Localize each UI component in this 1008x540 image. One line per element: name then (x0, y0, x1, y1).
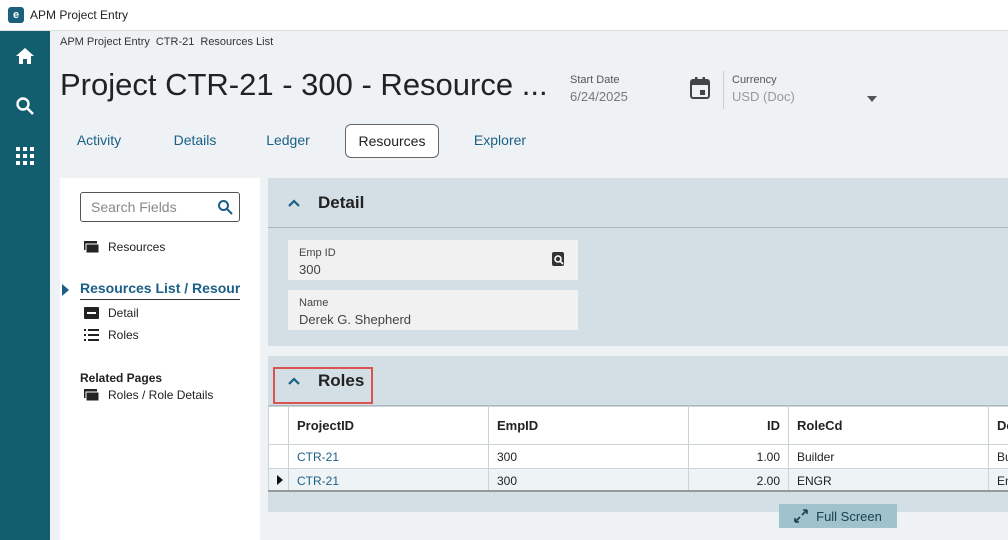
search-fields-input[interactable]: Search Fields (80, 192, 240, 222)
lookup-icon (552, 252, 564, 266)
breadcrumb-item[interactable]: CTR-21 (156, 36, 195, 48)
active-nav-marker-icon (62, 284, 69, 296)
roles-section-header[interactable]: Roles (268, 356, 1008, 406)
apps-button[interactable] (0, 131, 50, 181)
search-placeholder: Search Fields (91, 199, 177, 215)
table-cell[interactable]: Bu (988, 444, 1008, 469)
roles-highlight-box (273, 367, 373, 404)
table-row[interactable]: CTR-21 300 1.00 Builder Bu (268, 444, 1008, 469)
currency-dropdown[interactable] (867, 89, 877, 107)
project-id-link[interactable]: CTR-21 (288, 444, 489, 469)
table-row[interactable]: CTR-21 300 2.00 ENGR En (268, 468, 1008, 493)
table-cell[interactable]: 2.00 (688, 468, 789, 493)
row-selector[interactable] (268, 468, 289, 493)
emp-id-value[interactable]: 300 (299, 262, 567, 277)
calendar-button[interactable] (690, 77, 710, 104)
nav-roles-label: Roles (108, 328, 139, 342)
column-header[interactable]: De (988, 406, 1008, 445)
caret-down-icon (867, 96, 877, 102)
nav-resources-label: Resources (108, 240, 166, 254)
nav-detail-label: Detail (108, 306, 139, 320)
chevron-up-icon (288, 198, 300, 207)
breadcrumb: APM Project Entry CTR-21 Resources List (60, 36, 273, 48)
left-rail (0, 31, 50, 540)
full-screen-label: Full Screen (816, 508, 882, 524)
emp-id-lookup-button[interactable] (552, 252, 566, 272)
main-area: APM Project Entry CTR-21 Resources List … (50, 31, 1008, 540)
content-area: Detail Emp ID 300 Name Derek G. Shepherd… (268, 178, 1008, 540)
home-icon (16, 48, 34, 64)
page-stack-icon (84, 241, 99, 253)
detail-section-body: Emp ID 300 Name Derek G. Shepherd (268, 228, 1008, 346)
tab-resources[interactable]: Resources (345, 124, 439, 158)
column-header[interactable]: ID (688, 406, 789, 445)
current-row-arrow-icon (277, 474, 283, 485)
roles-grid: ProjectID EmpID ID RoleCd De CTR-21 300 … (268, 406, 1008, 493)
app-logo-icon: e (8, 7, 24, 23)
home-button[interactable] (0, 31, 50, 81)
expand-icon (794, 509, 808, 523)
page-title: Project CTR-21 - 300 - Resource ... (60, 67, 548, 102)
emp-id-field[interactable]: Emp ID 300 (288, 240, 578, 280)
calendar-icon (690, 77, 710, 99)
currency-value[interactable]: USD (Doc) (732, 89, 795, 104)
tab-activity[interactable]: Activity (60, 124, 138, 158)
nav-roles[interactable]: Roles (84, 328, 139, 342)
project-id-link[interactable]: CTR-21 (288, 468, 489, 493)
name-label: Name (299, 297, 329, 309)
page-stack-icon (84, 389, 99, 401)
start-date-value[interactable]: 6/24/2025 (570, 89, 628, 104)
name-field[interactable]: Name Derek G. Shepherd (288, 290, 578, 330)
tab-explorer[interactable]: Explorer (464, 124, 536, 158)
table-cell[interactable]: 1.00 (688, 444, 789, 469)
currency-label: Currency (732, 74, 777, 86)
full-screen-button[interactable]: Full Screen (779, 504, 897, 528)
column-header[interactable]: RoleCd (788, 406, 989, 445)
nav-role-details-label: Roles / Role Details (108, 388, 214, 402)
title-bar: e APM Project Entry (0, 0, 1008, 31)
nav-role-details[interactable]: Roles / Role Details (84, 388, 213, 402)
collapse-button[interactable] (280, 198, 308, 207)
start-date-field[interactable]: Start Date 6/24/2025 (570, 74, 628, 104)
list-icon (84, 329, 99, 341)
currency-field[interactable]: Currency USD (Doc) (732, 74, 795, 104)
breadcrumb-item[interactable]: APM Project Entry (60, 36, 150, 48)
name-value[interactable]: Derek G. Shepherd (299, 312, 567, 327)
nav-detail[interactable]: Detail (84, 306, 139, 320)
breadcrumb-item[interactable]: Resources List (200, 36, 273, 48)
header-divider (723, 71, 724, 109)
emp-id-label: Emp ID (299, 247, 336, 259)
nav-resources-list[interactable]: Resources List / Resourc... (80, 280, 240, 300)
table-cell[interactable]: 300 (488, 444, 689, 469)
left-panel: Search Fields Resources Resources List /… (60, 178, 260, 540)
app-title: APM Project Entry (30, 8, 129, 22)
table-cell[interactable]: ENGR (788, 468, 989, 493)
apps-grid-icon (16, 147, 34, 165)
column-header[interactable]: ProjectID (288, 406, 489, 445)
search-button[interactable] (0, 81, 50, 131)
nav-resources[interactable]: Resources (84, 240, 165, 254)
table-cell[interactable]: En (988, 468, 1008, 493)
grid-footer (268, 490, 1008, 512)
roles-table: ProjectID EmpID ID RoleCd De CTR-21 300 … (268, 406, 1008, 493)
related-pages-heading: Related Pages (80, 371, 163, 385)
row-selector-header (268, 406, 289, 445)
row-selector[interactable] (268, 444, 289, 469)
tab-details[interactable]: Details (158, 124, 232, 158)
tab-ledger[interactable]: Ledger (253, 124, 323, 158)
column-header[interactable]: EmpID (488, 406, 689, 445)
table-header-row: ProjectID EmpID ID RoleCd De (268, 406, 1008, 445)
search-icon[interactable] (217, 199, 233, 215)
start-date-label: Start Date (570, 74, 620, 86)
search-icon (16, 97, 34, 115)
detail-section-header[interactable]: Detail (268, 178, 1008, 228)
table-cell[interactable]: Builder (788, 444, 989, 469)
form-icon (84, 307, 99, 319)
table-cell[interactable]: 300 (488, 468, 689, 493)
detail-section-title: Detail (318, 192, 365, 212)
